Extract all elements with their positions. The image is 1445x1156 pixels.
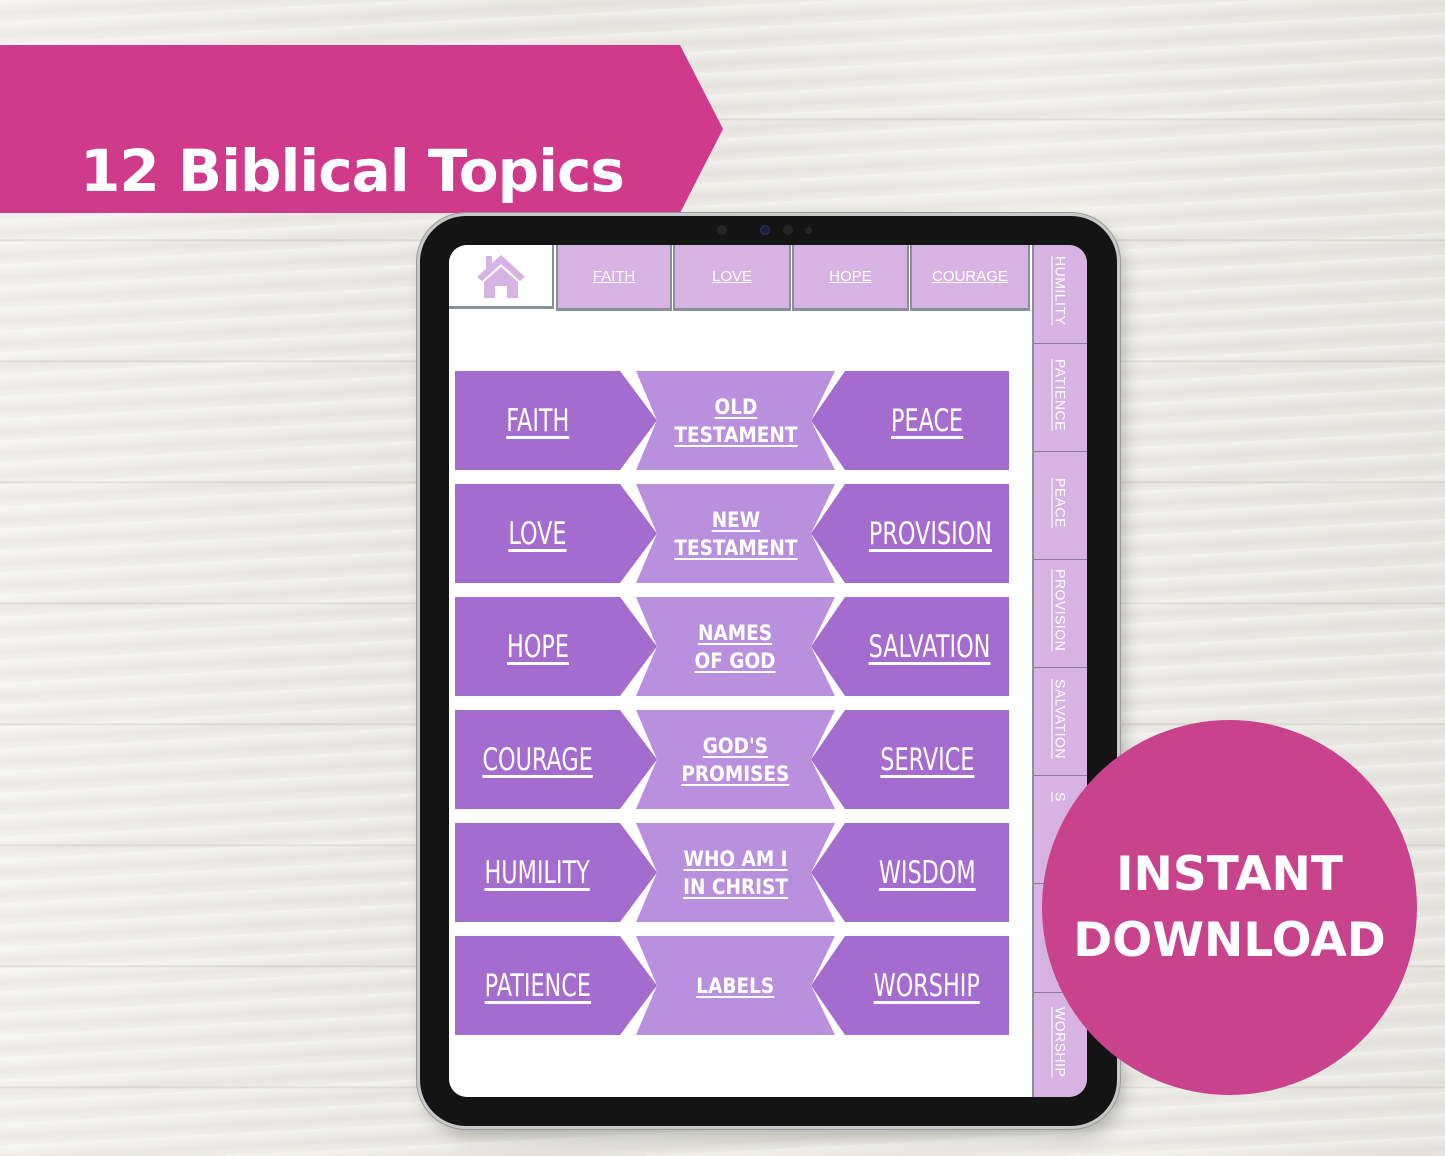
topic-row: HOPE NAMES OF GOD SALVATION [455, 597, 1011, 696]
sensor-icon [717, 225, 727, 235]
side-tab-label: PATIENCE [1052, 358, 1069, 431]
topic-label: PEACE [890, 402, 964, 439]
label-wrap: WISDOM [845, 855, 1009, 891]
topic-row: PATIENCE LABELS WORSHIP [455, 936, 1011, 1035]
sensor-icon [805, 227, 812, 234]
side-tab-peace[interactable]: PEACE [1034, 452, 1087, 560]
section-link-center[interactable]: LABELS [636, 936, 835, 1035]
topic-label: HOPE [506, 628, 569, 665]
topic-link-left[interactable]: FAITH [455, 371, 657, 470]
section-label-line: PROMISES [681, 761, 790, 786]
topic-label: WORSHIP [873, 967, 981, 1004]
topic-label: SERVICE [879, 741, 975, 778]
section-label-line: NAMES [698, 620, 773, 645]
tablet-device: FAITH LOVE HOPE COURAGE HUMILITY PATIENC… [420, 216, 1117, 1126]
side-tab-label: WORSHIP [1052, 1006, 1069, 1078]
side-tab-label: PROVISION [1052, 569, 1069, 652]
topic-row: LOVE NEW TESTAMENT PROVISION [455, 484, 1011, 583]
topic-label: LOVE [508, 515, 567, 552]
topic-link-right[interactable]: SALVATION [811, 597, 1009, 696]
topic-link-right[interactable]: PEACE [811, 371, 1009, 470]
label-wrap: FAITH [455, 403, 620, 439]
side-tab-label: HUMILITY [1052, 256, 1069, 326]
topic-row: HUMILITY WHO AM I IN CHRIST WISDOM [455, 823, 1011, 922]
side-tab-label: S [1052, 792, 1069, 802]
topic-label: HUMILITY [484, 854, 591, 891]
planner-screen: FAITH LOVE HOPE COURAGE HUMILITY PATIENC… [449, 245, 1087, 1097]
side-tab-label: SALVATION [1052, 678, 1069, 759]
section-label: GOD'S PROMISES [682, 732, 790, 788]
sensor-icon [783, 225, 793, 235]
topic-label: WISDOM [878, 854, 976, 891]
label-wrap: PEACE [845, 403, 1009, 439]
section-label: NEW TESTAMENT [674, 506, 797, 562]
topic-label: SALVATION [868, 628, 991, 665]
section-link-center[interactable]: NEW TESTAMENT [636, 484, 835, 583]
top-tab-bar: FAITH LOVE HOPE COURAGE [449, 245, 1030, 311]
section-label: WHO AM I IN CHRIST [683, 845, 788, 901]
section-label-line: TESTAMENT [673, 535, 798, 560]
tab-courage[interactable]: COURAGE [910, 245, 1030, 311]
section-label: NAMES OF GOD [695, 619, 776, 675]
instant-download-badge: INSTANT DOWNLOAD [1042, 720, 1417, 1095]
title-banner: 12 Biblical Topics [0, 45, 723, 213]
section-label: LABELS [697, 972, 775, 1000]
section-link-center[interactable]: OLD TESTAMENT [636, 371, 835, 470]
section-link-center[interactable]: GOD'S PROMISES [636, 710, 835, 809]
topic-link-left[interactable]: HOPE [455, 597, 657, 696]
side-tab-label: PEACE [1052, 477, 1069, 528]
tab-faith[interactable]: FAITH [556, 245, 672, 311]
label-wrap: WORSHIP [845, 968, 1009, 1004]
badge-line-2: DOWNLOAD [1073, 912, 1386, 968]
topic-label: PATIENCE [484, 967, 591, 1004]
label-wrap: COURAGE [455, 742, 620, 778]
side-tab-humility[interactable]: HUMILITY [1034, 245, 1087, 344]
tab-hope[interactable]: HOPE [792, 245, 909, 311]
label-wrap: LOVE [455, 516, 620, 552]
section-label-line: LABELS [696, 973, 775, 998]
label-wrap: SALVATION [845, 629, 1009, 665]
section-label-line: GOD'S [702, 733, 769, 758]
section-label-line: NEW [711, 507, 760, 532]
topic-link-left[interactable]: HUMILITY [455, 823, 657, 922]
section-label: OLD TESTAMENT [674, 393, 797, 449]
tab-love[interactable]: LOVE [673, 245, 791, 311]
label-wrap: PATIENCE [455, 968, 620, 1004]
banner-title: 12 Biblical Topics [80, 137, 625, 205]
section-label-line: OF GOD [695, 648, 776, 673]
side-tab-patience[interactable]: PATIENCE [1034, 344, 1087, 452]
topic-row: FAITH OLD TESTAMENT PEACE [455, 371, 1011, 470]
topic-row: COURAGE GOD'S PROMISES SERVICE [455, 710, 1011, 809]
topic-link-left[interactable]: COURAGE [455, 710, 657, 809]
topic-label: PROVISION [868, 515, 992, 552]
topic-label: FAITH [505, 402, 570, 439]
topic-link-right[interactable]: WORSHIP [811, 936, 1009, 1035]
label-wrap: SERVICE [845, 742, 1009, 778]
topic-link-left[interactable]: LOVE [455, 484, 657, 583]
section-link-center[interactable]: NAMES OF GOD [636, 597, 835, 696]
home-tab[interactable] [449, 245, 554, 309]
topic-link-right[interactable]: SERVICE [811, 710, 1009, 809]
side-tab-salvation[interactable]: SALVATION [1034, 668, 1087, 776]
topic-link-right[interactable]: WISDOM [811, 823, 1009, 922]
camera-icon [760, 225, 770, 235]
label-wrap: HUMILITY [455, 855, 620, 891]
label-wrap: HOPE [455, 629, 620, 665]
badge-line-1: INSTANT [1116, 846, 1343, 902]
section-label-line: OLD [714, 394, 757, 419]
topic-link-left[interactable]: PATIENCE [455, 936, 657, 1035]
section-label-line: TESTAMENT [673, 422, 798, 447]
section-label-line: WHO AM I [683, 846, 788, 871]
label-wrap: PROVISION [845, 516, 1009, 552]
home-icon [476, 254, 525, 298]
side-tab-provision[interactable]: PROVISION [1034, 560, 1087, 668]
section-link-center[interactable]: WHO AM I IN CHRIST [636, 823, 835, 922]
topic-link-right[interactable]: PROVISION [811, 484, 1009, 583]
section-label-line: IN CHRIST [683, 874, 788, 899]
topic-label: COURAGE [482, 741, 593, 778]
